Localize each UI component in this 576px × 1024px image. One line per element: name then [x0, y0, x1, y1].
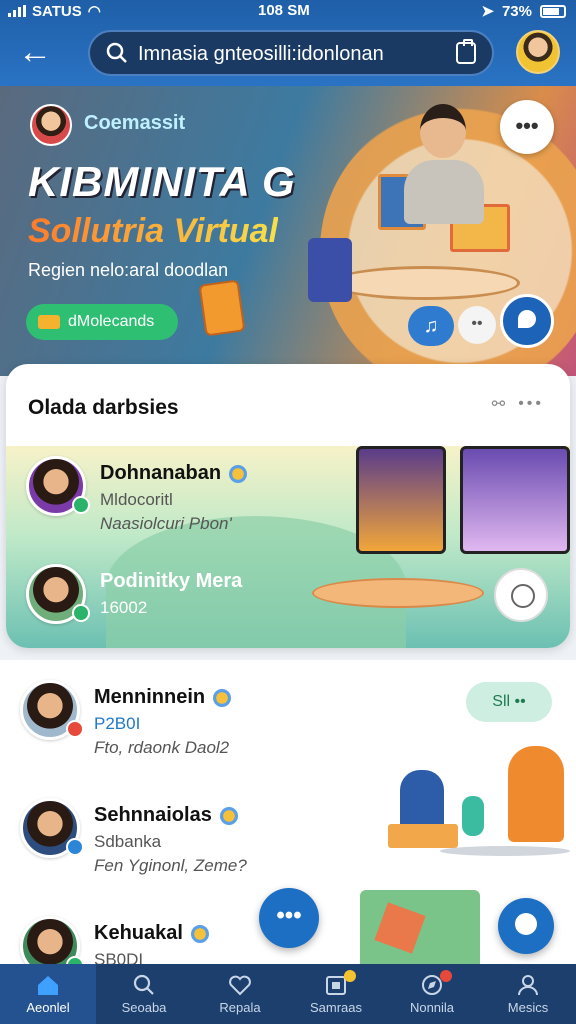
video-thumbnail-1[interactable]	[356, 446, 446, 554]
home-icon	[38, 976, 58, 995]
nav-item-home[interactable]: Aeonlel	[0, 964, 96, 1024]
link-icon[interactable]: ⚯	[492, 394, 508, 414]
user-avatar[interactable]	[516, 30, 560, 74]
notification-dot-icon	[440, 970, 452, 982]
status-bar: SATUS ◠ 108 SM ➤ 73%	[0, 0, 576, 22]
contact-detail: Fen Yginonl, Zeme?	[94, 856, 247, 875]
search-icon	[133, 974, 154, 995]
carrier-text: SATUS	[32, 2, 82, 20]
reply-button[interactable]	[494, 568, 548, 622]
list-item[interactable]: Sehnnaiolas Sdbanka Fen Yginonl, Zeme?	[0, 792, 360, 882]
signal-icon	[8, 5, 26, 17]
clipboard-icon[interactable]	[456, 39, 476, 64]
nav-label: Repala	[219, 1000, 261, 1015]
emoji-icon	[219, 806, 238, 825]
contact-name: Kehuakal	[94, 922, 209, 945]
wifi-icon: ◠	[87, 3, 101, 20]
status-badge[interactable]: Sll ••	[466, 682, 552, 722]
contact-subtitle: Mldocoritl	[100, 490, 173, 509]
contact-name: Dohnanaban	[100, 462, 248, 485]
online-status-icon	[72, 496, 90, 514]
nav-item-profile[interactable]: Mesics	[480, 964, 576, 1024]
search-icon	[106, 42, 127, 63]
contact-detail: Fto, rdaonk Daol2	[94, 738, 230, 757]
hero-teacher-illustration	[404, 104, 484, 224]
notification-dot-icon	[344, 970, 356, 982]
contact-detail: Naasiolcuri Pbon'	[100, 514, 232, 533]
hero-banner[interactable]: Coemassit KIBMINITA G Sollutria Virtual …	[0, 86, 576, 376]
app-header: SATUS ◠ 108 SM ➤ 73% ← Imnasia gnteosill…	[0, 0, 576, 86]
status-right: ➤ 73%	[481, 2, 566, 20]
music-button[interactable]: ♫	[408, 306, 454, 346]
hero-description: Regien nelo:aral doodlan	[28, 260, 229, 280]
battery-percent: 73%	[501, 2, 532, 20]
hero-subtitle: Sollutria Virtual	[28, 212, 279, 250]
search-bar[interactable]: Imnasia gnteosilli:idonlonan	[88, 30, 494, 76]
nav-item-search[interactable]: Seoaba	[96, 964, 192, 1024]
family-illustration	[380, 740, 570, 860]
contact-name: Podinitky Mera	[100, 570, 243, 592]
contact-name: Sehnnaiolas	[94, 804, 238, 827]
scene-illustration	[360, 890, 480, 964]
brand-avatar	[30, 104, 72, 146]
nav-label: Nonnila	[409, 1000, 455, 1015]
nav-label: Seoaba	[121, 1000, 167, 1015]
list-item[interactable]: Dohnanaban Mldocoritl Naasiolcuri Pbon'	[6, 450, 366, 540]
status-dot-icon	[66, 720, 84, 738]
hero-pill-label: dMolecands	[68, 313, 155, 330]
emoji-icon	[229, 464, 248, 483]
heart-icon	[229, 975, 251, 996]
more-actions-button[interactable]: •••	[259, 888, 319, 948]
card-title: Olada darbsies	[28, 396, 179, 419]
more-options-button[interactable]: •••	[500, 100, 554, 154]
emoji-icon	[190, 924, 209, 943]
hero-toy-illustration	[198, 279, 246, 337]
emoji-icon	[213, 688, 232, 707]
hero-bin-illustration	[308, 238, 352, 302]
online-status-icon	[72, 604, 90, 622]
featured-card: Olada darbsies ⚯ ••• Dohnanaban Mldocori…	[6, 364, 570, 648]
contact-subtitle: P2B0I	[94, 714, 141, 733]
tag-icon	[38, 315, 60, 329]
contact-name: Menninnein	[94, 686, 232, 709]
contact-subtitle: 16002	[100, 598, 148, 617]
list-item[interactable]: Podinitky Mera 16002	[6, 558, 366, 648]
nav-label: Mesics	[507, 1000, 549, 1015]
hero-pill-button[interactable]: dMolecands	[26, 304, 178, 340]
back-arrow-icon[interactable]: ←	[18, 34, 58, 70]
status-dot-icon	[66, 838, 84, 856]
bottom-nav: Aeonlel Seoaba Repala Samraas Nonnila Me…	[0, 964, 576, 1024]
brand-name: Coemassit	[84, 112, 186, 134]
nav-label: Aeonlel	[26, 1000, 70, 1015]
status-left: SATUS ◠	[8, 2, 101, 20]
search-input[interactable]: Imnasia gnteosilli:idonlonan	[138, 43, 384, 66]
nav-item-media[interactable]: Samraas	[288, 964, 384, 1024]
nav-label: Samraas	[309, 1000, 363, 1015]
nav-item-favorites[interactable]: Repala	[192, 964, 288, 1024]
contact-subtitle: Sdbanka	[94, 832, 162, 851]
card-more-icon[interactable]: •••	[518, 395, 544, 413]
profile-fab-button[interactable]	[498, 898, 554, 954]
profile-icon	[518, 975, 538, 996]
card-tools[interactable]: ⚯ •••	[492, 394, 544, 414]
hero-title: KIBMINITA G	[28, 158, 296, 205]
status-time: 108 SM	[258, 2, 310, 19]
list-item[interactable]: Menninnein P2B0I Fto, rdaonk Daol2	[0, 674, 360, 764]
location-icon: ➤	[481, 3, 494, 20]
nav-item-explore[interactable]: Nonnila	[384, 964, 480, 1024]
video-thumbnail-2[interactable]	[460, 446, 570, 554]
hero-table-illustration	[330, 266, 520, 300]
chat-button[interactable]	[500, 294, 554, 348]
music-icon: ♫	[423, 315, 439, 337]
card-scene: Dohnanaban Mldocoritl Naasiolcuri Pbon' …	[6, 446, 570, 648]
dots-button[interactable]: ••	[458, 306, 496, 344]
battery-icon	[540, 4, 566, 18]
